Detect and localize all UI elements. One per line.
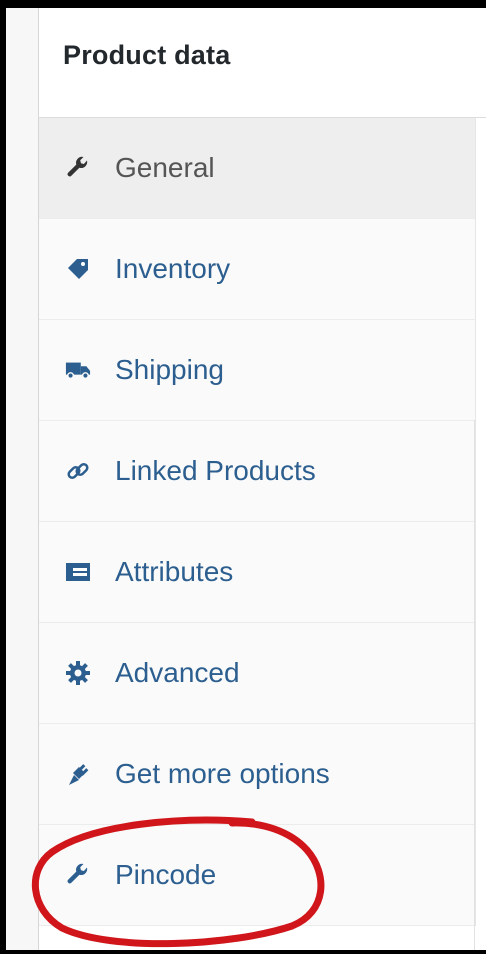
wrench-icon — [65, 862, 91, 888]
link-icon — [65, 458, 91, 484]
tab-pincode[interactable]: Pincode — [39, 825, 475, 926]
tab-label: Attributes — [115, 556, 234, 587]
tab-label: Shipping — [115, 354, 224, 385]
tab-linked-products[interactable]: Linked Products — [39, 421, 475, 522]
left-gutter — [6, 8, 39, 950]
tab-label: Advanced — [115, 657, 240, 688]
tab-label: Pincode — [115, 859, 217, 890]
tab-inventory[interactable]: Inventory — [39, 219, 475, 320]
tab-label: Inventory — [115, 253, 231, 284]
tab-get-more-options[interactable]: Get more options — [39, 724, 475, 825]
tab-attributes[interactable]: Attributes — [39, 522, 475, 623]
tab-general[interactable]: General — [39, 118, 475, 219]
panel-header: Product data — [39, 8, 486, 118]
plug-icon — [65, 761, 91, 787]
tab-label: Linked Products — [115, 455, 316, 486]
tab-shipping[interactable]: Shipping — [39, 320, 475, 421]
content-divider — [474, 420, 475, 950]
product-data-tabs: General Inventory Shipping Linked Produc… — [39, 118, 476, 926]
truck-icon — [65, 357, 91, 383]
content-area-edge — [476, 118, 486, 950]
tab-label: General — [115, 152, 215, 183]
list-card-icon — [65, 559, 91, 585]
tab-label: Get more options — [115, 758, 330, 789]
tab-advanced[interactable]: Advanced — [39, 623, 475, 724]
tag-icon — [65, 256, 91, 282]
wrench-icon — [65, 155, 91, 181]
gear-icon — [65, 660, 91, 686]
panel-title: Product data — [63, 40, 231, 70]
